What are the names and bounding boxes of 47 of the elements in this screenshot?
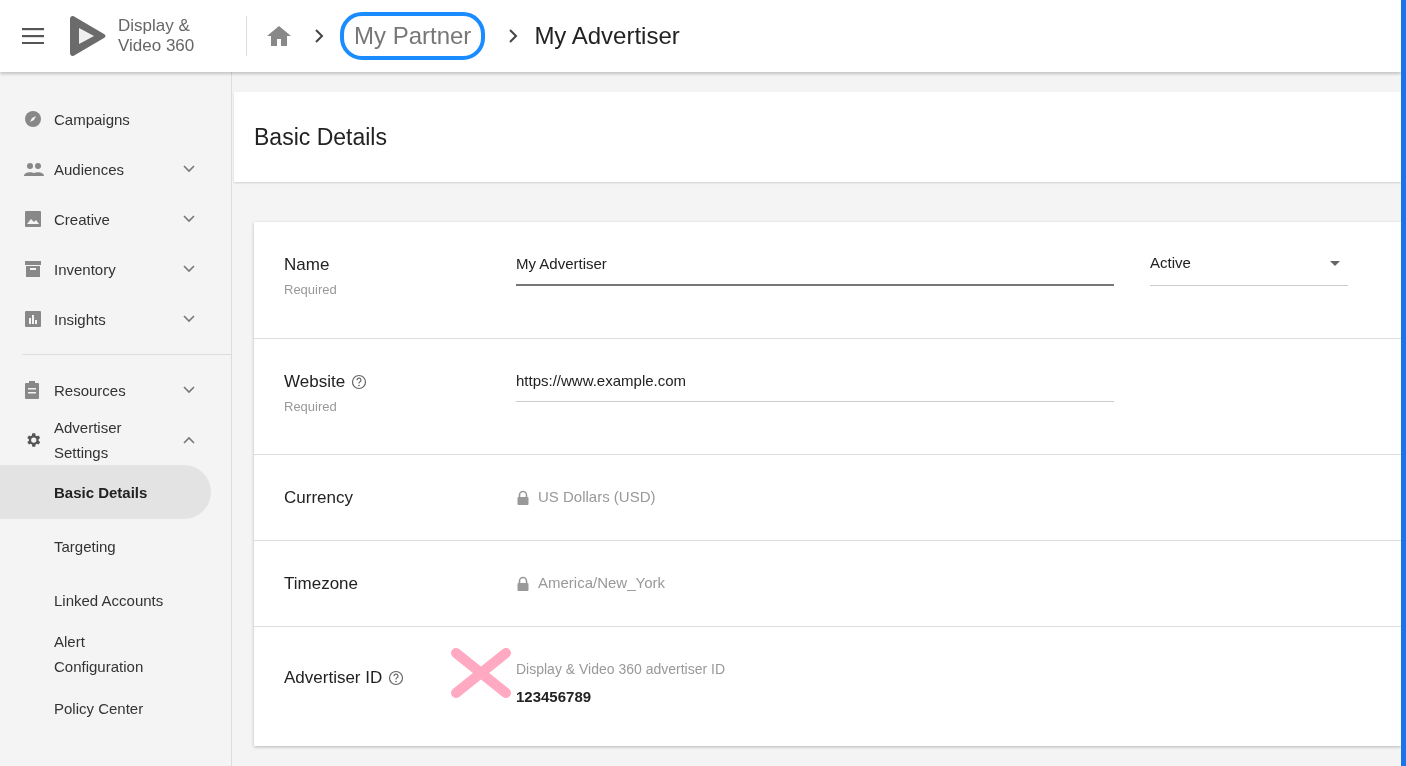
breadcrumb-link[interactable]: My Partner (340, 12, 486, 60)
product-name: Display & Video 360 (118, 16, 196, 56)
sidebar-item[interactable]: Creative (0, 194, 231, 244)
image-icon (24, 210, 42, 228)
sidebar-subitem[interactable]: Linked Accounts (0, 573, 211, 627)
field-value: 123456789 (516, 687, 593, 707)
bar-chart-icon (24, 310, 42, 328)
required-note: Required (284, 280, 338, 299)
required-note: Required (284, 397, 338, 416)
menu-icon[interactable] (22, 28, 44, 44)
text-field[interactable]: My Advertiser (516, 252, 1114, 286)
text-field[interactable]: https://www.example.com (516, 369, 1114, 402)
locked-value: America/New_York (538, 573, 665, 594)
sidebar-item[interactable]: Insights (0, 294, 231, 344)
play-logo-icon (68, 15, 106, 57)
sidebar-item[interactable]: Campaigns (0, 94, 231, 144)
sidebar-subitem[interactable]: Policy Center (0, 681, 211, 735)
field-label: Website (284, 371, 346, 393)
breadcrumb-link[interactable]: My Advertiser (534, 18, 680, 54)
sidebar-subitem[interactable]: Basic Details (0, 465, 211, 519)
sidebar-item[interactable]: Inventory (0, 244, 231, 294)
home-icon[interactable] (267, 26, 291, 46)
chevron-right-icon (315, 29, 324, 43)
field-label: Currency (284, 486, 353, 509)
field-label: Advertiser ID (284, 667, 383, 690)
sidebar-item[interactable]: Resources (0, 365, 231, 415)
x-mark-icon (450, 647, 513, 699)
archive-icon (24, 260, 42, 278)
lock-icon (516, 489, 530, 506)
help-icon[interactable] (351, 373, 368, 390)
field-label: Timezone (284, 572, 358, 595)
sidebar-item[interactable]: Advertiser Settings (0, 415, 231, 465)
sidebar-item[interactable]: Audiences (0, 144, 231, 194)
page-title: Basic Details (254, 122, 387, 152)
sidebar-subitem[interactable]: Targeting (0, 519, 211, 573)
chevron-right-icon (509, 29, 519, 43)
field-label: Name (284, 254, 330, 276)
status-dropdown[interactable]: Active (1150, 252, 1348, 286)
clipboard-icon (24, 381, 40, 399)
field-hint: Display & Video 360 advertiser ID (516, 660, 726, 679)
help-icon[interactable] (388, 670, 405, 686)
sidebar-subitem[interactable]: Alert Configuration (0, 627, 211, 681)
lock-icon (516, 575, 530, 592)
locked-value: US Dollars (USD) (538, 487, 656, 508)
people-icon (24, 162, 44, 176)
compass-icon (24, 110, 42, 128)
dropdown-arrow-icon (1330, 260, 1340, 266)
